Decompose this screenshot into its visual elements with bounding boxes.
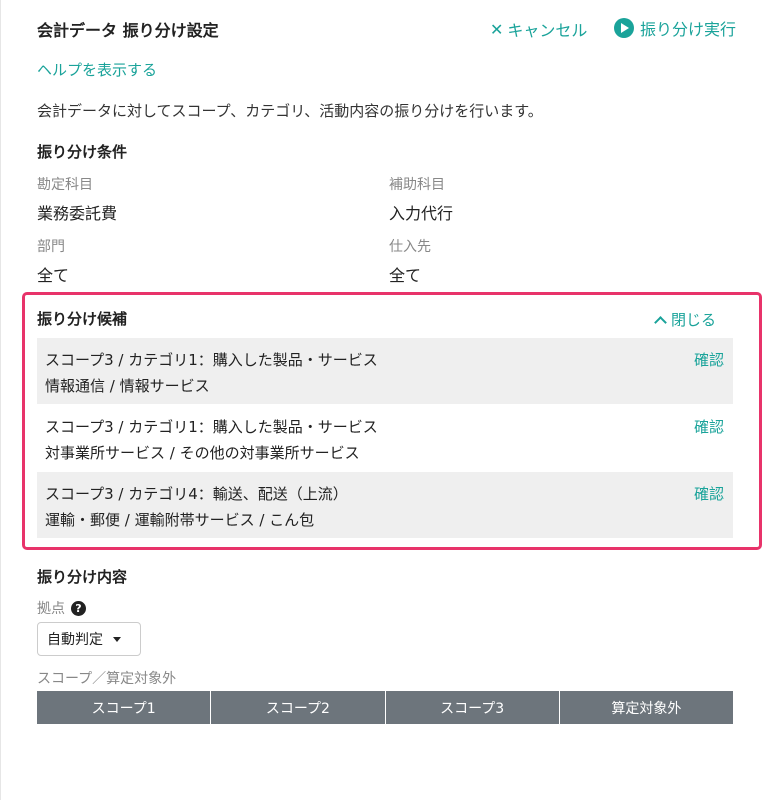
candidate-activity: 対事業所サービス / その他の対事業所サービス — [45, 444, 360, 462]
candidate-confirm-button[interactable]: 確認 — [694, 349, 724, 370]
location-label-text: 拠点 — [37, 601, 65, 617]
page-description: 会計データに対してスコープ、カテゴリ、活動内容の振り分けを行います。 — [37, 102, 543, 120]
location-select-value: 自動判定 — [47, 632, 103, 648]
question-circle-icon[interactable]: ? — [71, 600, 86, 616]
candidate-confirm-button[interactable]: 確認 — [694, 416, 724, 437]
cancel-button[interactable]: ✕ キャンセル — [490, 17, 587, 41]
candidate-scope-category: スコープ3 / カテゴリ4：輸送、配送（上流） — [45, 485, 348, 503]
allocation-content-heading: 振り分け内容 — [37, 568, 128, 586]
sub-account-value: 入力代行 — [389, 204, 454, 223]
account-value: 業務委託費 — [37, 204, 118, 223]
page-title: 会計データ 振り分け設定 — [37, 21, 219, 40]
candidate-scope-category: スコープ3 / カテゴリ1：購入した製品・サービス — [45, 351, 378, 369]
location-select[interactable]: 自動判定 — [37, 622, 141, 656]
help-link[interactable]: ヘルプを表示する — [37, 59, 157, 80]
department-value: 全て — [37, 266, 70, 285]
location-field-label: 拠点 ? — [37, 598, 86, 618]
candidate-activity: 運輸・郵便 / 運輸附帯サービス / こん包 — [45, 511, 315, 529]
scope-tab-excluded[interactable]: 算定対象外 — [560, 691, 733, 724]
scope-tab-2[interactable]: スコープ2 — [211, 691, 386, 724]
run-allocation-button[interactable]: 振り分け実行 — [614, 16, 736, 40]
collapse-candidates-button[interactable]: 閉じる — [654, 309, 717, 330]
caret-down-icon — [113, 636, 121, 642]
chevron-up-icon — [654, 315, 667, 329]
candidate-confirm-button[interactable]: 確認 — [694, 483, 724, 504]
candidate-row: スコープ3 / カテゴリ1：購入した製品・サービス 対事業所サービス / その他… — [37, 405, 733, 471]
panel-left-border — [0, 0, 1, 800]
candidates-heading: 振り分け候補 — [37, 310, 128, 328]
sub-account-label: 補助科目 — [389, 177, 445, 193]
cancel-button-label: キャンセル — [507, 21, 588, 40]
candidate-activity: 情報通信 / 情報サービス — [45, 377, 210, 395]
close-icon: ✕ — [490, 19, 504, 39]
conditions-heading: 振り分け条件 — [37, 143, 128, 161]
department-label: 部門 — [37, 239, 65, 255]
candidate-scope-category: スコープ3 / カテゴリ1：購入した製品・サービス — [45, 418, 378, 436]
play-icon — [614, 18, 634, 38]
candidate-row: スコープ3 / カテゴリ4：輸送、配送（上流） 運輸・郵便 / 運輸附帯サービス… — [37, 472, 733, 538]
scope-tab-3[interactable]: スコープ3 — [386, 691, 560, 724]
collapse-candidates-label: 閉じる — [671, 311, 717, 329]
scope-label: スコープ／算定対象外 — [37, 671, 177, 687]
account-label: 勘定科目 — [37, 177, 93, 193]
scope-tabs: スコープ1 スコープ2 スコープ3 算定対象外 — [37, 691, 733, 724]
candidate-row: スコープ3 / カテゴリ1：購入した製品・サービス 情報通信 / 情報サービス … — [37, 338, 733, 404]
scope-tab-1[interactable]: スコープ1 — [37, 691, 212, 724]
supplier-label: 仕入先 — [389, 239, 431, 255]
supplier-value: 全て — [389, 266, 422, 285]
run-allocation-button-label: 振り分け実行 — [640, 20, 737, 39]
